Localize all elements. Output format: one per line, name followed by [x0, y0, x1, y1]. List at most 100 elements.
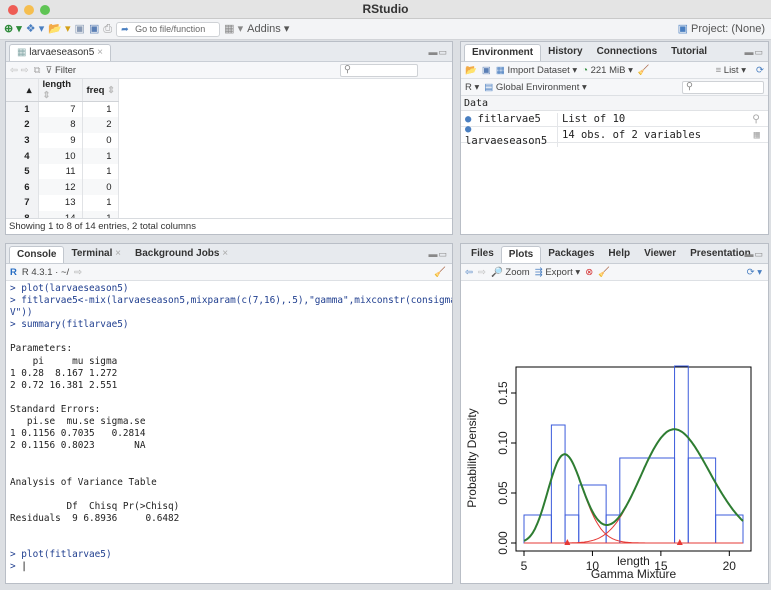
row-number: 1 — [6, 101, 39, 118]
table-search-input[interactable]: ⚲ — [340, 64, 418, 77]
tab-close-icon[interactable]: × — [115, 248, 121, 259]
filter-button[interactable]: ⊽ Filter — [45, 65, 76, 76]
save-icon[interactable]: ▣ — [482, 65, 491, 76]
language-select[interactable]: R ▾ — [465, 82, 479, 93]
refresh-icon[interactable]: ⟳ ▾ — [747, 267, 762, 278]
import-label: Import Dataset — [507, 64, 570, 76]
zoom-window-button[interactable] — [40, 5, 50, 15]
goto-dir-icon[interactable]: ⇨ — [74, 267, 82, 278]
save-icon[interactable]: ▣ — [75, 19, 85, 40]
sort-icon[interactable]: ▴ — [6, 79, 39, 102]
tab-plots[interactable]: Plots — [500, 246, 542, 263]
memory-usage[interactable]: ◔ 221 MiB ▾ — [582, 65, 633, 76]
env-search-input[interactable]: ⚲ — [682, 81, 764, 94]
project-menu[interactable]: ▣ Project: (None) — [678, 19, 765, 40]
tab-history[interactable]: History — [541, 44, 589, 61]
table-row: 282 — [6, 117, 119, 133]
cell-length: 8 — [38, 117, 83, 133]
addins-menu[interactable]: Addins ▾ — [247, 19, 289, 40]
console-output-line: Df Chisq Pr(>Chisq) — [10, 500, 180, 512]
tab-close-icon[interactable]: × — [97, 47, 103, 58]
pane-minmax-icon[interactable]: ▬▭ — [428, 249, 448, 260]
new-file-icon[interactable]: ⊕ ▾ — [4, 19, 22, 40]
close-window-button[interactable] — [8, 5, 18, 15]
view-icon[interactable]: ⚲ — [752, 113, 760, 125]
refresh-icon[interactable]: ⟳ — [756, 65, 764, 76]
env-toolbar: 📂 ▣ ▦ Import Dataset ▾ ◔ 221 MiB ▾ 🧹 ≡ L… — [461, 62, 768, 79]
next-plot-icon[interactable]: ⇨ — [478, 267, 486, 278]
tab-close-icon[interactable]: × — [222, 248, 228, 259]
zoom-icon: 🔎 — [490, 266, 506, 278]
back-arrow-icon[interactable]: ⇦ ⇨ — [10, 65, 29, 76]
grid-layout-icon[interactable]: ▦ ▾ — [224, 19, 243, 40]
tab-files[interactable]: Files — [464, 246, 501, 263]
export-label: Export — [545, 266, 573, 278]
addins-label: Addins — [247, 22, 281, 35]
plots-toolbar: ⇦ ⇨ 🔎 Zoom ⇶ Export ▾ ⊗ 🧹 ⟳ ▾ — [461, 264, 768, 281]
pane-minmax-icon[interactable]: ▬▭ — [744, 47, 764, 58]
zoom-button[interactable]: 🔎 Zoom — [491, 267, 530, 278]
open-file-icon[interactable]: 📂 ▾ — [48, 19, 70, 40]
tab-larvaeseason5[interactable]: ▦ larvaeseason5 × — [9, 44, 111, 61]
tab-terminal[interactable]: Terminal × — [64, 246, 128, 263]
tab-console[interactable]: Console — [9, 246, 65, 263]
goto-file-input[interactable]: ➦ Go to file/function — [116, 21, 221, 37]
tab-viewer[interactable]: Viewer — [637, 246, 683, 263]
open-icon[interactable]: 📂 — [465, 65, 477, 76]
mixture-plot: 5 10 15 200.000.050.100.15lengthGamma Mixtu… — [465, 365, 752, 581]
tab-help[interactable]: Help — [601, 246, 637, 263]
language-label: R — [465, 81, 472, 93]
tab-background-jobs[interactable]: Background Jobs × — [128, 246, 235, 263]
import-dataset-button[interactable]: ▦ Import Dataset ▾ — [496, 65, 577, 76]
source-tabbar: ▦ larvaeseason5 × ▬▭ — [6, 42, 452, 62]
col-header-length[interactable]: length ⇕ — [38, 79, 83, 102]
memory-label: 221 MiB — [590, 64, 626, 76]
console-output-line: Analysis of Variance Table — [10, 476, 157, 488]
pane-minmax-icon[interactable]: ▬▭ — [428, 47, 448, 58]
console-output-line: 1 0.28 8.167 1.272 — [10, 367, 118, 379]
console-command-line: > plot(fitlarvae5) — [10, 549, 112, 561]
remove-plot-icon[interactable]: ⊗ — [585, 267, 593, 278]
console-cursor: | — [21, 561, 27, 573]
tab-tutorial[interactable]: Tutorial — [664, 44, 714, 61]
pane-minmax-icon[interactable]: ▬▭ — [744, 249, 764, 260]
tab-packages[interactable]: Packages — [541, 246, 601, 263]
save-all-icon[interactable]: ▣ — [89, 19, 99, 40]
list-view-button[interactable]: ≡ List ▾ — [716, 65, 746, 76]
broom-icon[interactable]: 🧹 — [638, 65, 650, 76]
project-label: Project: (None) — [691, 22, 765, 35]
expand-icon[interactable]: ● — [465, 123, 471, 135]
tab-connections[interactable]: Connections — [590, 44, 665, 61]
cell-length: 12 — [38, 179, 83, 196]
table-row: 171 — [6, 101, 119, 118]
pie-icon: ◔ — [582, 64, 591, 76]
source-pane: ▦ larvaeseason5 × ▬▭ ⇦ ⇨ ⧉ ⊽ Filter ⚲ ▴ … — [5, 41, 453, 235]
x-tick-label: 5 — [521, 559, 528, 573]
y-tick-label: 0.15 — [496, 381, 510, 405]
tab-environment[interactable]: Environment — [464, 44, 542, 61]
histogram-bar — [564, 514, 580, 544]
table-row: 7 13 1 — [6, 195, 119, 211]
minimize-window-button[interactable] — [24, 5, 34, 15]
source-subbar: ⇦ ⇨ ⧉ ⊽ Filter ⚲ — [6, 62, 452, 79]
console-output[interactable]: > plot(larvaeseason5) > fitlarvae5<-mix(l… — [6, 281, 452, 575]
goto-placeholder: Go to file/function — [135, 23, 206, 34]
col-header-freq[interactable]: freq ⇕ — [82, 79, 119, 102]
search-icon: ⚲ — [686, 81, 693, 92]
grid-view-icon[interactable]: ▦ — [754, 129, 760, 141]
prev-plot-icon[interactable]: ⇦ — [465, 267, 473, 278]
print-icon[interactable]: ⎙ — [103, 19, 112, 40]
new-project-icon[interactable]: ❖ ▾ — [26, 19, 44, 40]
export-button[interactable]: ⇶ Export ▾ — [535, 267, 581, 278]
console-output-line: Residuals 9 6.8936 0.6482 — [10, 512, 180, 524]
broom-icon[interactable]: 🧹 — [598, 267, 610, 278]
col-sort-icon: ⇕ — [104, 84, 116, 96]
env-row-larvaeseason5[interactable]: ● larvaeseason5 14 obs. of 2 variables ▦ — [461, 122, 768, 147]
table-row: 6 12 0 — [6, 179, 119, 196]
popout-icon[interactable]: ⧉ — [34, 65, 41, 76]
console-output-line: pi mu sigma — [10, 355, 118, 367]
scope-select[interactable]: ▤ Global Environment ▾ — [484, 82, 586, 93]
clear-console-icon[interactable]: 🧹 — [434, 267, 446, 278]
